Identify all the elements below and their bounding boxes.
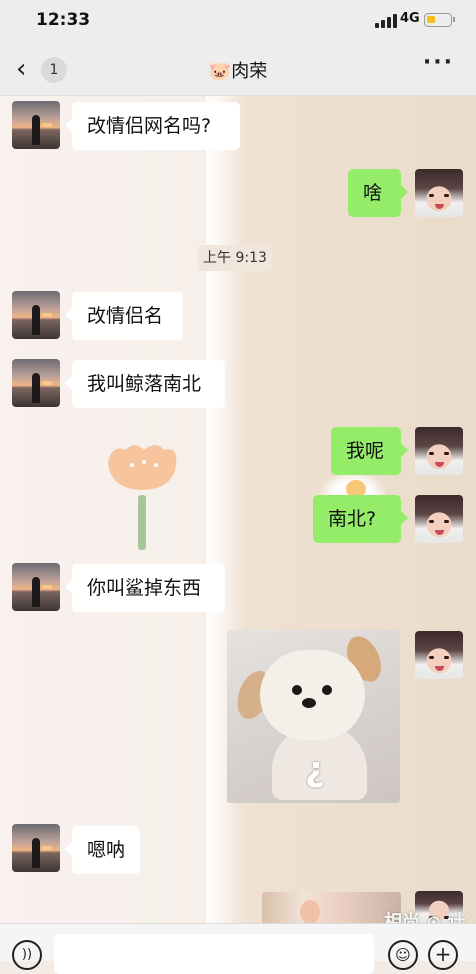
contact-avatar[interactable] (12, 101, 60, 149)
contact-avatar[interactable] (12, 824, 60, 872)
message-bubble-incoming[interactable]: 改情侣网名吗? (65, 102, 240, 150)
message-bubble-outgoing[interactable]: 我呢 (331, 427, 408, 475)
input-bar: )) ☺ + (0, 923, 476, 974)
message-bubble-incoming[interactable]: 我叫鲸落南北 (65, 360, 225, 408)
emoji-icon[interactable]: ☺ (388, 940, 418, 970)
contact-avatar[interactable] (12, 291, 60, 339)
message-timestamp: 上午 9:13 (198, 245, 272, 271)
status-time: 12:33 (36, 10, 91, 30)
chat-header: ‹ 1 🐷肉荣 ··· (0, 42, 476, 96)
plus-icon[interactable]: + (428, 940, 458, 970)
contact-avatar[interactable] (12, 359, 60, 407)
message-bubble-outgoing[interactable]: 南北? (313, 495, 408, 543)
message-bubble-incoming[interactable]: 你叫鲨掉东西 (65, 564, 225, 612)
message-input[interactable] (54, 934, 374, 974)
message-bubble-incoming[interactable]: 改情侣名 (65, 292, 183, 340)
more-icon[interactable]: ··· (423, 50, 454, 75)
status-bar: 12:33 4G (0, 0, 476, 42)
battery-icon (424, 13, 455, 27)
self-avatar[interactable] (415, 169, 463, 217)
contact-avatar[interactable] (12, 563, 60, 611)
dog-sticker-message[interactable]: ¿ (227, 630, 400, 803)
self-avatar[interactable] (415, 495, 463, 543)
flower-icon (108, 445, 177, 550)
chat-title: 🐷肉荣 (0, 57, 476, 83)
message-bubble-outgoing[interactable]: 啥 (348, 169, 408, 217)
contact-name: 肉荣 (231, 61, 268, 82)
network-label: 4G (400, 11, 420, 26)
voice-icon[interactable]: )) (12, 940, 42, 970)
self-avatar[interactable] (415, 631, 463, 679)
sticker-caption: ¿ (305, 750, 325, 790)
self-avatar[interactable] (415, 427, 463, 475)
signal-icon (375, 14, 397, 28)
pig-icon: 🐷 (208, 61, 232, 82)
message-bubble-incoming[interactable]: 嗯呐 (65, 826, 140, 874)
